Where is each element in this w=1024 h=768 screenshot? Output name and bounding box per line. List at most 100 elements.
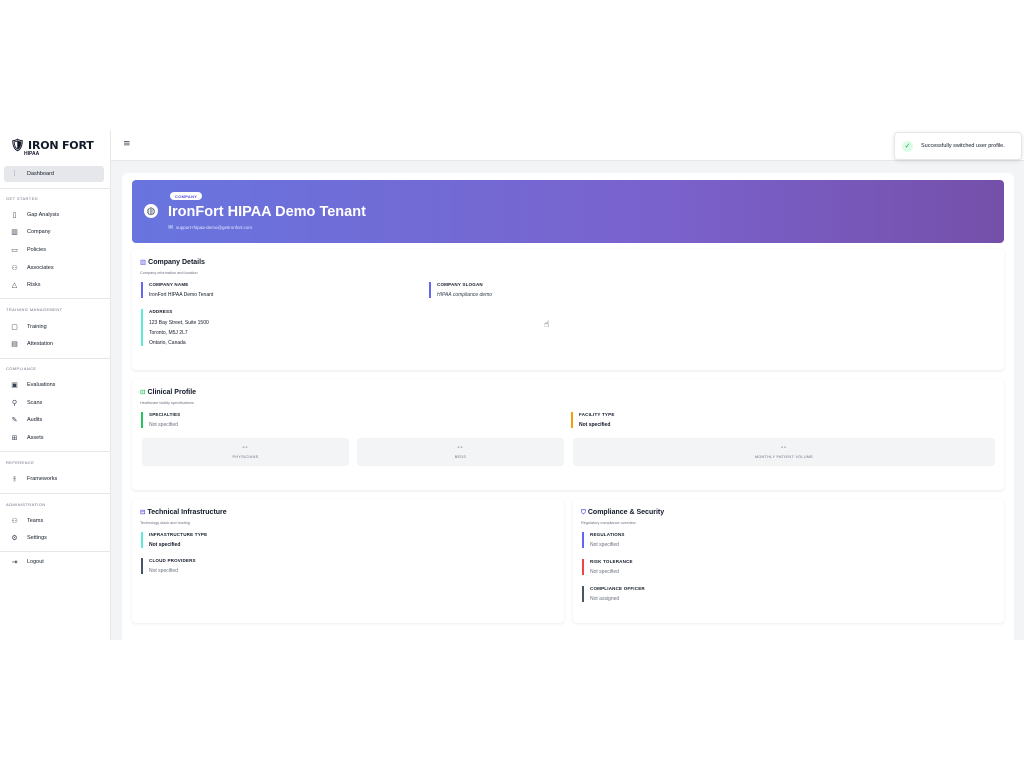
company-name-label: COMPANY NAME [149, 282, 189, 287]
sidebar-item-dashboard[interactable]: ⫶ Dashboard [4, 166, 104, 182]
stat-label: BEDS [454, 455, 467, 459]
regulations-field: REGULATIONS Not specified [582, 532, 625, 548]
checkmark-icon: ✓ [902, 140, 913, 152]
company-details-title-text: Company Details [148, 258, 205, 266]
clinical-profile-card: ⊡ Clinical Profile Healthcare facility sp… [132, 379, 1004, 490]
sidebar-divider [0, 551, 110, 552]
sidebar-item-settings[interactable]: ⚙ Settings [4, 530, 104, 546]
toast-notification[interactable]: ✓ Successfully switched user profile. [894, 132, 1022, 160]
bar-chart-icon: ▥ [140, 258, 147, 266]
regulations-value: Not specified [590, 542, 619, 548]
hamburger-menu-icon[interactable]: ≡ [123, 139, 131, 149]
specialties-value: Not specified [149, 422, 178, 428]
company-details-card: ▥ Company Details Company information and… [132, 249, 1004, 370]
company-email[interactable]: ✉ support+hipaa-demo@getironfort.com [168, 224, 252, 231]
compliance-security-title: ⛉ Compliance & Security [581, 508, 664, 517]
section-reference: REFERENCE [6, 460, 35, 465]
hand-cursor-icon: ☝ [544, 320, 550, 330]
address-field: ADDRESS 123 Bay Street, Suite 1500 Toron… [141, 309, 209, 346]
sidebar-item-label: Scans [27, 400, 43, 406]
warning-icon: △ [11, 281, 18, 289]
sidebar-item-company[interactable]: ▥ Company [4, 224, 104, 240]
sidebar-item-label: Gap Analysis [27, 212, 60, 218]
chart-icon: ⫶ [13, 169, 16, 178]
folder-icon: ▭ [11, 246, 18, 254]
risk-tolerance-value: Not specified [590, 569, 619, 575]
brand-logo[interactable]: 🛡 IRON FORT HIPAA [10, 138, 94, 157]
sidebar-item-audits[interactable]: ✎ Audits [4, 412, 104, 428]
network-icon: ⊞ [11, 434, 18, 442]
section-administration: ADMINISTRATION [6, 502, 46, 507]
company-name-value: IronFort HIPAA Demo Tenant [149, 292, 214, 298]
facility-type-label: FACILITY TYPE [579, 412, 615, 417]
sidebar-item-label: Company [27, 229, 51, 235]
sidebar-item-gap-analysis[interactable]: ▯ Gap Analysis [4, 207, 104, 223]
sidebar-item-policies[interactable]: ▭ Policies [4, 242, 104, 258]
sidebar-item-label: Dashboard [27, 171, 54, 177]
sidebar-item-training[interactable]: ▢ Training [4, 319, 104, 335]
shield-outline-icon: ⛉ [581, 508, 586, 516]
cloud-providers-field: CLOUD PROVIDERS Not specified [141, 558, 196, 574]
company-badge: COMPANY [170, 192, 203, 200]
sidebar-item-risks[interactable]: △ Risks [4, 277, 104, 293]
monitor-icon: ▢ [11, 323, 18, 331]
sidebar-item-label: Audits [27, 417, 43, 423]
brand-wordmark: 🛡 IRON FORT [10, 138, 94, 152]
sidebar-item-label: Assets [27, 435, 44, 441]
sidebar-item-attestation[interactable]: ▤ Attestation [4, 336, 104, 352]
technical-infrastructure-title-text: Technical Infrastructure [147, 508, 227, 516]
risk-tolerance-label: RISK TOLERANCE [590, 559, 633, 564]
sidebar-item-label: Risks [27, 282, 41, 288]
sidebar-item-label: Associates [27, 265, 54, 271]
technical-infrastructure-card: ⊟ Technical Infrastructure Technology sta… [132, 499, 564, 623]
company-avatar-icon: ◍ [144, 204, 158, 218]
sidebar-item-label: Attestation [27, 341, 53, 347]
stat-label: MONTHLY PATIENT VOLUME [754, 455, 814, 459]
company-title: IronFort HIPAA Demo Tenant [168, 204, 366, 220]
sidebar-item-assets[interactable]: ⊞ Assets [4, 430, 104, 446]
sidebar-item-evaluations[interactable]: ▣ Evaluations [4, 377, 104, 393]
sidebar-divider [0, 188, 110, 189]
stat-value: -- [781, 445, 787, 451]
sidebar-divider [0, 493, 110, 494]
clinical-profile-title: ⊡ Clinical Profile [140, 388, 196, 396]
sidebar-divider [0, 451, 110, 452]
logout-button[interactable]: ⇥ Logout [4, 554, 104, 570]
facility-type-field: FACILITY TYPE Not specified [571, 412, 615, 428]
stat-value: -- [242, 445, 249, 451]
clinical-profile-subtitle: Healthcare facility specifications [140, 401, 194, 405]
sidebar-item-scans[interactable]: ⚲ Scans [4, 395, 104, 411]
physicians-stat: -- PHYSICIANS [142, 438, 349, 466]
sidebar-item-associates[interactable]: ⚇ Associates [4, 260, 104, 276]
compliance-security-subtitle: Regulatory compliance overview [581, 521, 636, 525]
specialties-field: SPECIALTIES Not specified [141, 412, 180, 428]
logout-label: Logout [27, 559, 44, 565]
users-icon: ⚇ [11, 264, 18, 272]
cloud-providers-label: CLOUD PROVIDERS [149, 558, 196, 563]
address-line: Ontario, Canada [149, 340, 186, 346]
company-slogan-label: COMPANY SLOGAN [437, 282, 483, 287]
sidebar-item-teams[interactable]: ⚇ Teams [4, 513, 104, 529]
team-icon: ⚇ [11, 517, 18, 525]
server-icon: ⊟ [140, 508, 146, 516]
compliance-security-card: ⛉ Compliance & Security Regulatory compli… [573, 499, 1004, 623]
infrastructure-type-label: INFRASTRUCTURE TYPE [149, 532, 208, 537]
cloud-providers-value: Not specified [149, 568, 178, 574]
clinical-profile-title-text: Clinical Profile [147, 388, 197, 396]
app-shell: 🛡 IRON FORT HIPAA ⫶ Dashboard GET STARTED… [0, 130, 1024, 640]
document-icon: ▤ [11, 340, 18, 348]
company-banner: COMPANY ◍ IronFort HIPAA Demo Tenant ✉ s… [132, 180, 1004, 243]
sidebar-item-label: Frameworks [27, 476, 58, 482]
infrastructure-type-value: Not specified [149, 542, 181, 548]
mail-icon: ✉ [168, 224, 174, 231]
section-compliance: COMPLIANCE [6, 366, 37, 371]
regulations-label: REGULATIONS [590, 532, 625, 537]
sidebar-item-label: Policies [27, 247, 46, 253]
sidebar-divider [0, 298, 110, 299]
sidebar-item-frameworks[interactable]: ⫲ Frameworks [4, 471, 104, 487]
address-line: 123 Bay Street, Suite 1500 [149, 320, 209, 326]
sliders-icon: ⫲ [13, 474, 16, 483]
technical-infrastructure-subtitle: Technology stack and hosting [140, 521, 190, 525]
compliance-security-title-text: Compliance & Security [587, 509, 665, 516]
clipboard-icon: ▯ [12, 211, 17, 219]
